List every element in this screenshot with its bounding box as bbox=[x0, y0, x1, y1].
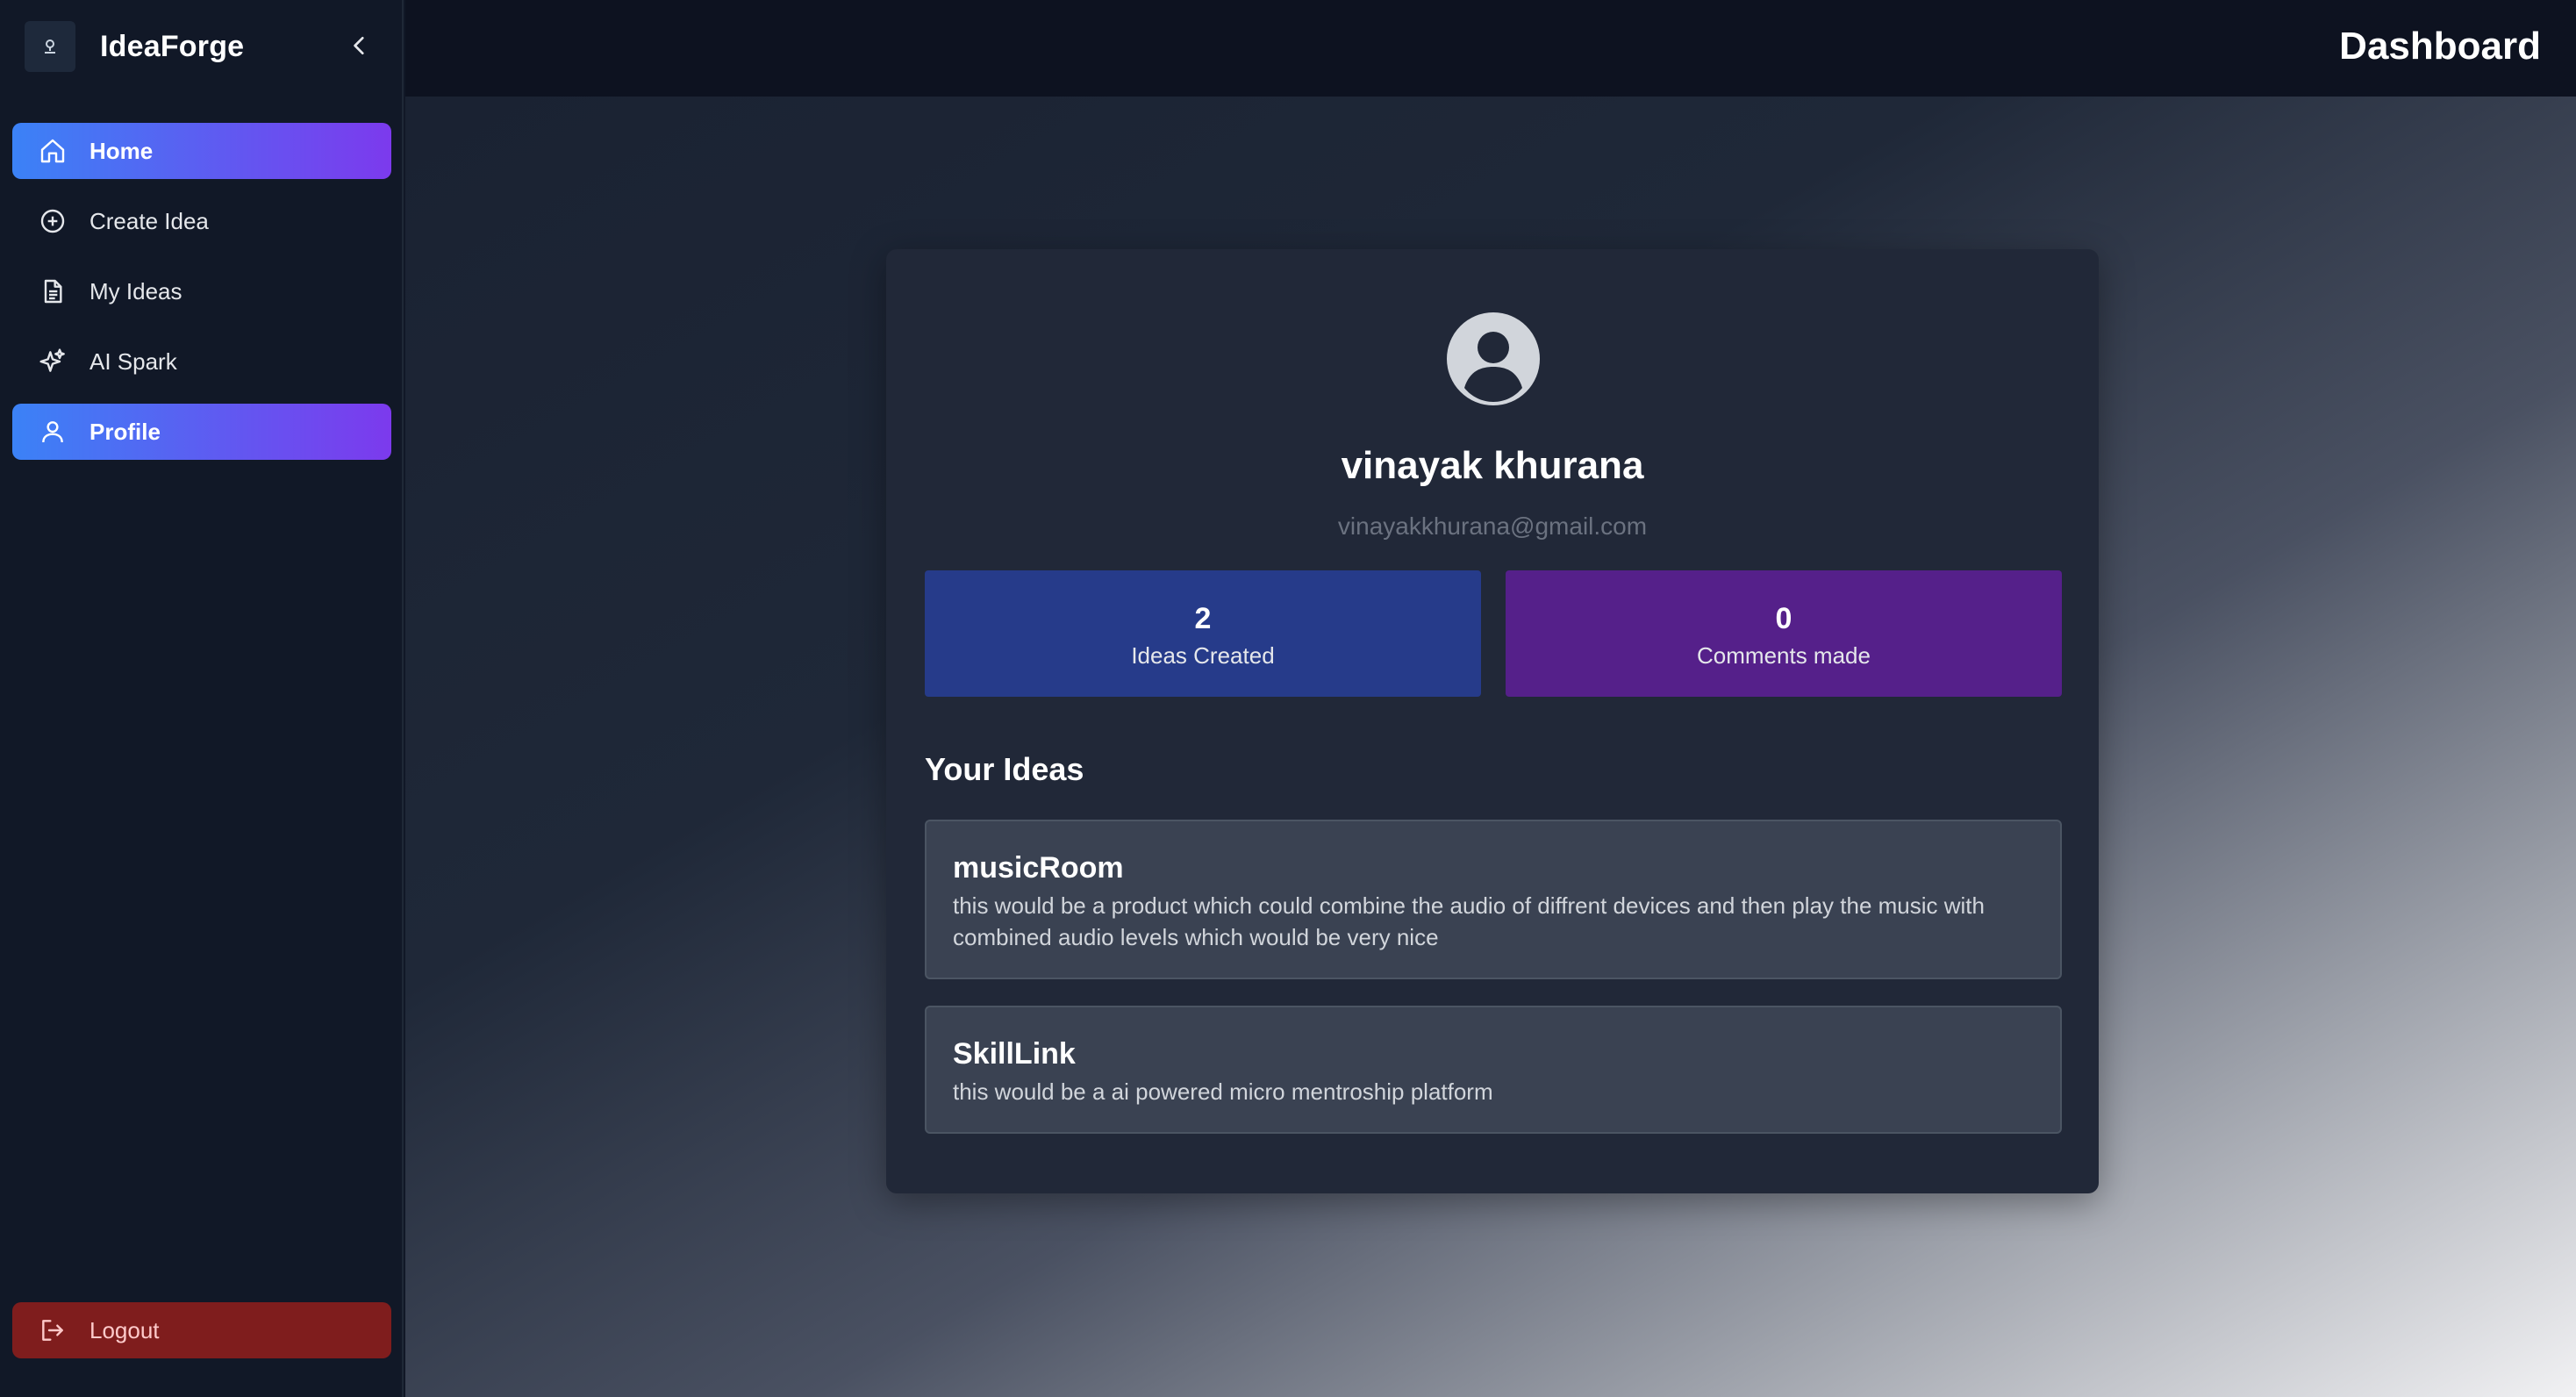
plus-circle-icon bbox=[37, 205, 68, 237]
comments-made-stat: 0 Comments made bbox=[1506, 570, 2062, 697]
chevron-left-icon bbox=[354, 36, 364, 55]
idea-description: this would be a product which could comb… bbox=[953, 892, 1985, 950]
page-title: Dashboard bbox=[2339, 25, 2541, 68]
avatar-icon bbox=[1447, 312, 1540, 405]
document-icon bbox=[37, 276, 68, 307]
sidebar-item-label: AI Spark bbox=[89, 347, 177, 375]
stat-value: 0 bbox=[1775, 602, 1792, 635]
your-ideas-heading: Your Ideas bbox=[925, 751, 1084, 787]
home-icon bbox=[37, 135, 68, 167]
profile-card: vinayak khurana vinayakkhurana@gmail.com… bbox=[886, 249, 2099, 1193]
user-name: vinayak khurana bbox=[1341, 444, 1644, 487]
sidebar-item-label: My Ideas bbox=[89, 277, 182, 304]
sidebar-item-label: Create Idea bbox=[89, 207, 209, 234]
stat-value: 2 bbox=[1194, 602, 1212, 635]
app-name: IdeaForge bbox=[100, 29, 245, 63]
logout-icon bbox=[37, 1315, 68, 1346]
brand[interactable]: IdeaForge bbox=[25, 21, 244, 72]
main-content: vinayak khurana vinayakkhurana@gmail.com… bbox=[405, 97, 2576, 1397]
ideas-created-stat: 2 Ideas Created bbox=[925, 570, 1481, 697]
stat-label: Comments made bbox=[1697, 642, 1871, 669]
stat-label: Ideas Created bbox=[1131, 642, 1275, 669]
sidebar-item-create-idea[interactable]: Create Idea bbox=[12, 193, 391, 249]
collapse-sidebar-button[interactable] bbox=[342, 28, 377, 63]
logout-label: Logout bbox=[89, 1316, 160, 1343]
user-email: vinayakkhurana@gmail.com bbox=[1337, 512, 1648, 540]
top-bar: Dashboard bbox=[405, 0, 2576, 97]
idea-card[interactable]: SkillLink this would be a ai powered mic… bbox=[925, 1006, 2062, 1134]
user-icon bbox=[37, 416, 68, 448]
sidebar: IdeaForge Home Create Idea My Ideas AI S… bbox=[0, 0, 404, 1397]
logout-button[interactable]: Logout bbox=[12, 1302, 391, 1358]
sparkles-icon bbox=[37, 346, 68, 377]
idea-description: this would be a ai powered micro mentros… bbox=[953, 1078, 1493, 1105]
idea-title: SkillLink bbox=[953, 1037, 1076, 1071]
sidebar-item-my-ideas[interactable]: My Ideas bbox=[12, 263, 391, 319]
idea-card[interactable]: musicRoom this would be a product which … bbox=[925, 820, 2062, 979]
sidebar-item-label: Home bbox=[89, 137, 154, 164]
sidebar-item-ai-spark[interactable]: AI Spark bbox=[12, 333, 391, 390]
idea-title: musicRoom bbox=[953, 851, 1124, 885]
logo-icon bbox=[25, 21, 75, 72]
sidebar-item-home[interactable]: Home bbox=[12, 123, 391, 179]
sidebar-item-label: Profile bbox=[89, 418, 161, 445]
sidebar-item-profile[interactable]: Profile bbox=[12, 404, 391, 460]
sidebar-nav: Home Create Idea My Ideas AI Spark Profi… bbox=[12, 123, 391, 474]
